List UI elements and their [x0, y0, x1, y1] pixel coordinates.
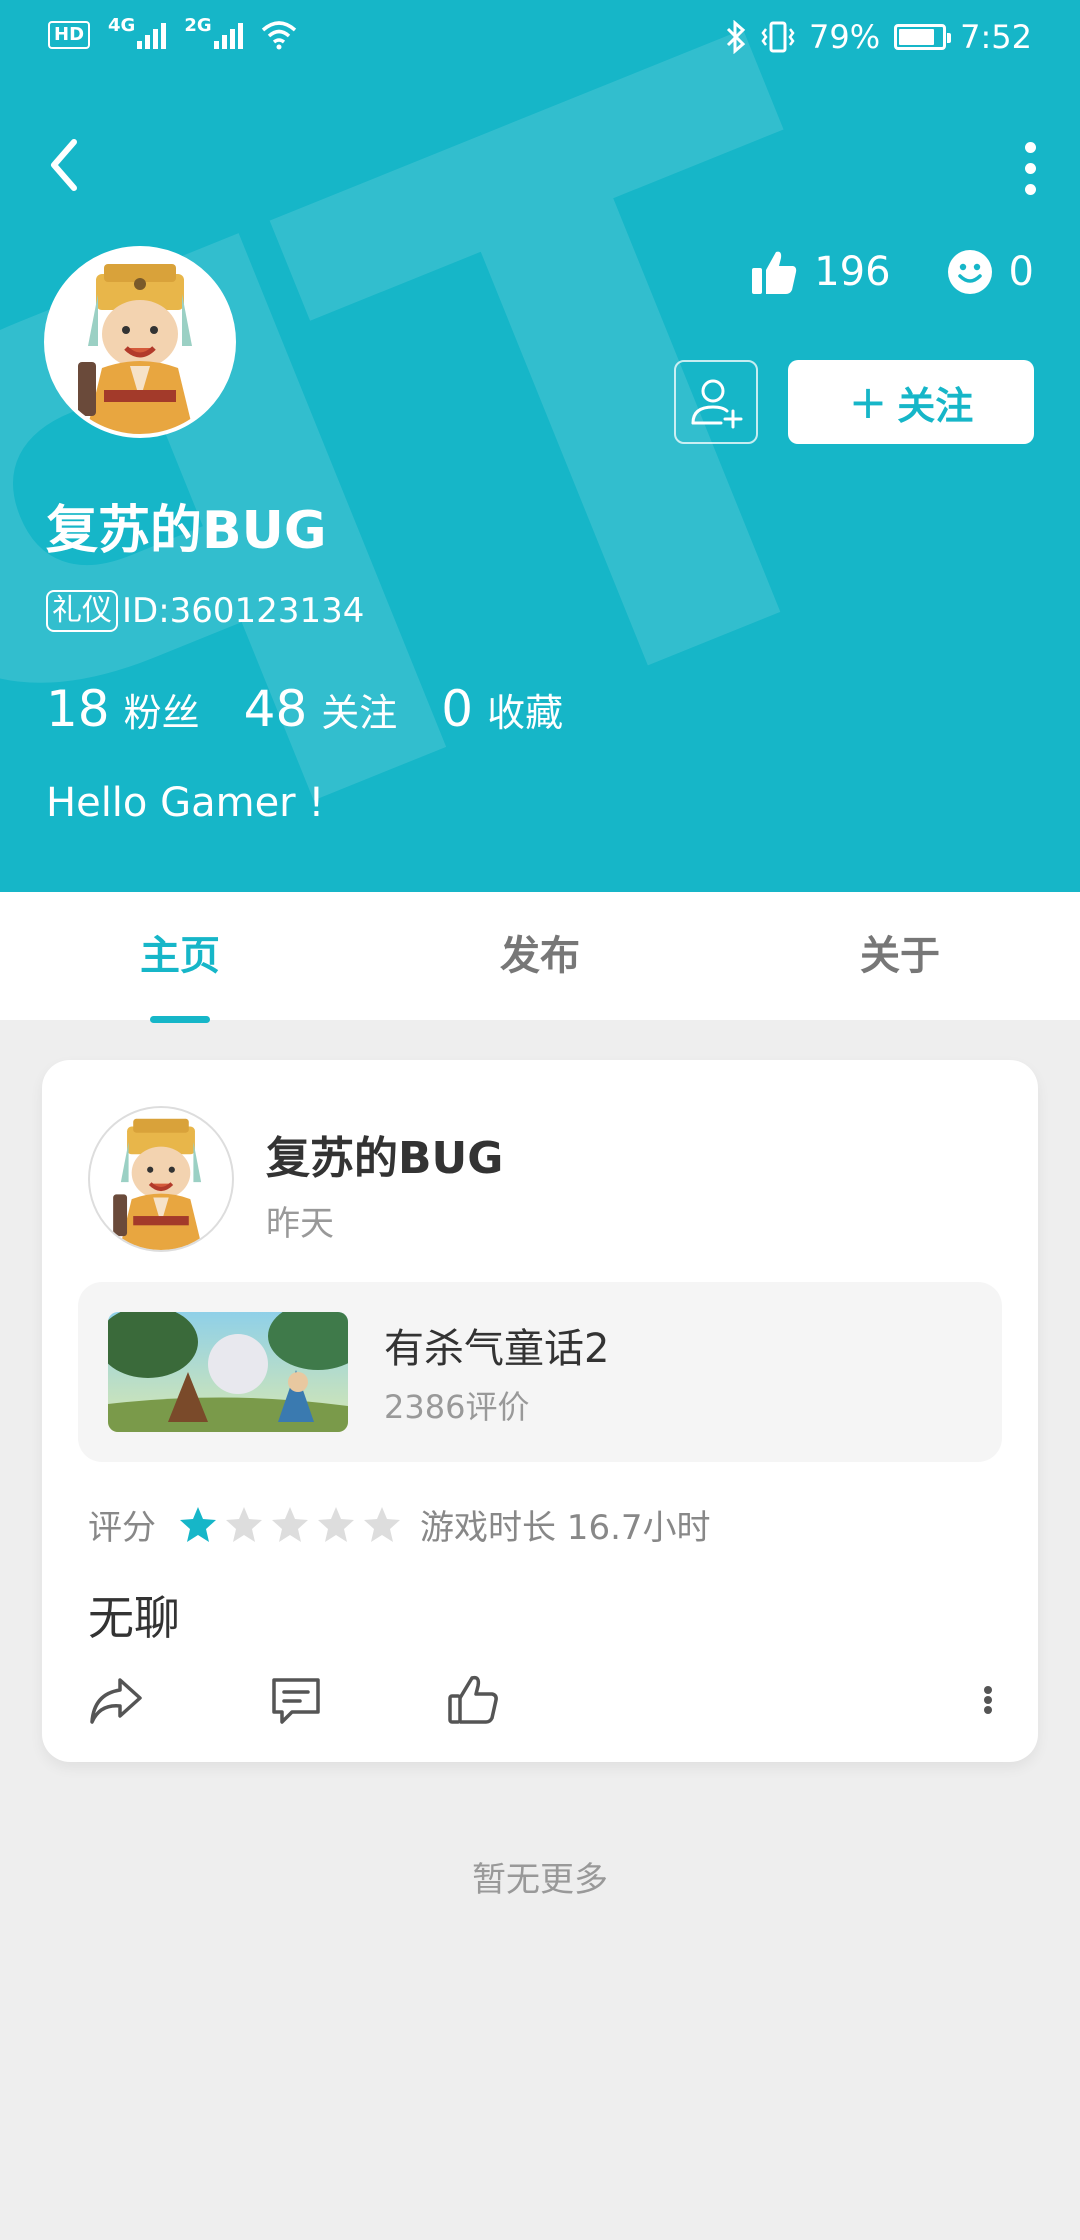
sim2-signal: 2G — [184, 15, 243, 49]
game-review-count: 2386评价 — [384, 1388, 530, 1426]
profile-avatar[interactable] — [44, 246, 236, 438]
star-empty-icon — [364, 1506, 400, 1542]
profile-header: ꟼT HD 4G 2G 79% 7:52 196 0 + 关注 复苏的BUG 礼… — [0, 0, 1080, 892]
add-user-icon — [691, 379, 743, 429]
favorites-count[interactable]: 0 收藏 — [441, 680, 563, 738]
comment-button[interactable] — [268, 1672, 328, 1732]
review-card[interactable]: 复苏的BUG 昨天 有杀气童话2 2386评价 评分 游戏时长 16.7小时 无… — [42, 1060, 1038, 1762]
star-filled-icon — [180, 1506, 216, 1542]
post-actions — [88, 1672, 1008, 1732]
add-friend-button[interactable] — [674, 360, 758, 444]
clock: 7:52 — [960, 18, 1032, 56]
back-button[interactable] — [40, 130, 90, 200]
more-options-button[interactable] — [1016, 138, 1044, 195]
thumbs-up-icon — [448, 1675, 498, 1724]
avatar[interactable] — [88, 1106, 234, 1252]
avatar-character-icon — [113, 1118, 203, 1250]
user-id: ID:360123134 — [122, 591, 365, 631]
hd-badge: HD — [48, 21, 91, 49]
smiles-count: 0 — [1008, 249, 1034, 295]
signal-bars-icon — [137, 21, 167, 49]
game-title: 有杀气童话2 — [384, 1326, 610, 1372]
more-vertical-icon — [984, 1686, 992, 1714]
post-more-button[interactable] — [968, 1672, 1008, 1732]
rating-row: 评分 游戏时长 16.7小时 — [88, 1500, 711, 1549]
star-empty-icon — [272, 1506, 308, 1542]
profile-bio: Hello Gamer ! — [46, 780, 325, 826]
game-thumbnail — [108, 1312, 348, 1432]
smiles-stat: 0 — [947, 249, 1034, 295]
id-badge: 礼仪 — [46, 590, 118, 632]
wifi-icon — [261, 21, 296, 50]
profile-username: 复苏的BUG — [46, 501, 327, 561]
star-empty-icon — [318, 1506, 354, 1542]
brand-watermark: ꟼT — [0, 0, 985, 892]
chevron-left-icon — [51, 139, 77, 191]
bluetooth-icon — [726, 20, 746, 54]
tab-about[interactable]: 关于 — [720, 892, 1080, 1020]
status-bar: HD 4G 2G 79% 7:52 — [0, 0, 1080, 82]
follow-button[interactable]: + 关注 — [788, 360, 1034, 444]
star-empty-icon — [226, 1506, 262, 1542]
review-text: 无聊 — [88, 1591, 180, 1645]
playtime: 游戏时长 16.7小时 — [420, 1508, 711, 1548]
likes-stat: 196 — [750, 248, 891, 296]
vibrate-icon — [761, 21, 795, 53]
active-tab-indicator — [150, 1016, 210, 1023]
comment-icon — [272, 1678, 320, 1724]
post-username[interactable]: 复苏的BUG — [266, 1122, 503, 1186]
rating-label: 评分 — [88, 1508, 156, 1548]
user-id-row: 礼仪 ID:360123134 — [46, 590, 364, 632]
plus-icon: + — [848, 375, 888, 429]
fans-count[interactable]: 18 粉丝 — [46, 680, 200, 738]
post-time: 昨天 — [266, 1204, 334, 1244]
signal-bars-icon — [213, 21, 243, 49]
likes-count: 196 — [814, 249, 891, 295]
share-icon — [90, 1678, 142, 1724]
share-button[interactable] — [88, 1672, 148, 1732]
sim1-signal: 4G — [108, 15, 167, 49]
profile-tabs: 主页 发布 关于 — [0, 892, 1080, 1020]
profile-counts: 18 粉丝 48 关注 0 收藏 — [46, 680, 563, 738]
battery-icon — [894, 24, 952, 50]
battery-percent: 79% — [809, 18, 881, 56]
follow-label: 关注 — [897, 383, 974, 428]
like-button[interactable] — [446, 1672, 506, 1732]
thumbs-up-icon — [752, 251, 797, 294]
avatar-character-icon — [48, 250, 232, 434]
following-count[interactable]: 48 关注 — [244, 680, 398, 738]
game-art-image — [108, 1312, 348, 1432]
star-rating — [178, 1505, 402, 1545]
tab-home[interactable]: 主页 — [0, 892, 360, 1020]
no-more-label: 暂无更多 — [472, 1860, 608, 1900]
smiley-icon — [947, 250, 992, 294]
game-link[interactable]: 有杀气童话2 2386评价 — [78, 1282, 1002, 1462]
tab-posts[interactable]: 发布 — [360, 892, 720, 1020]
